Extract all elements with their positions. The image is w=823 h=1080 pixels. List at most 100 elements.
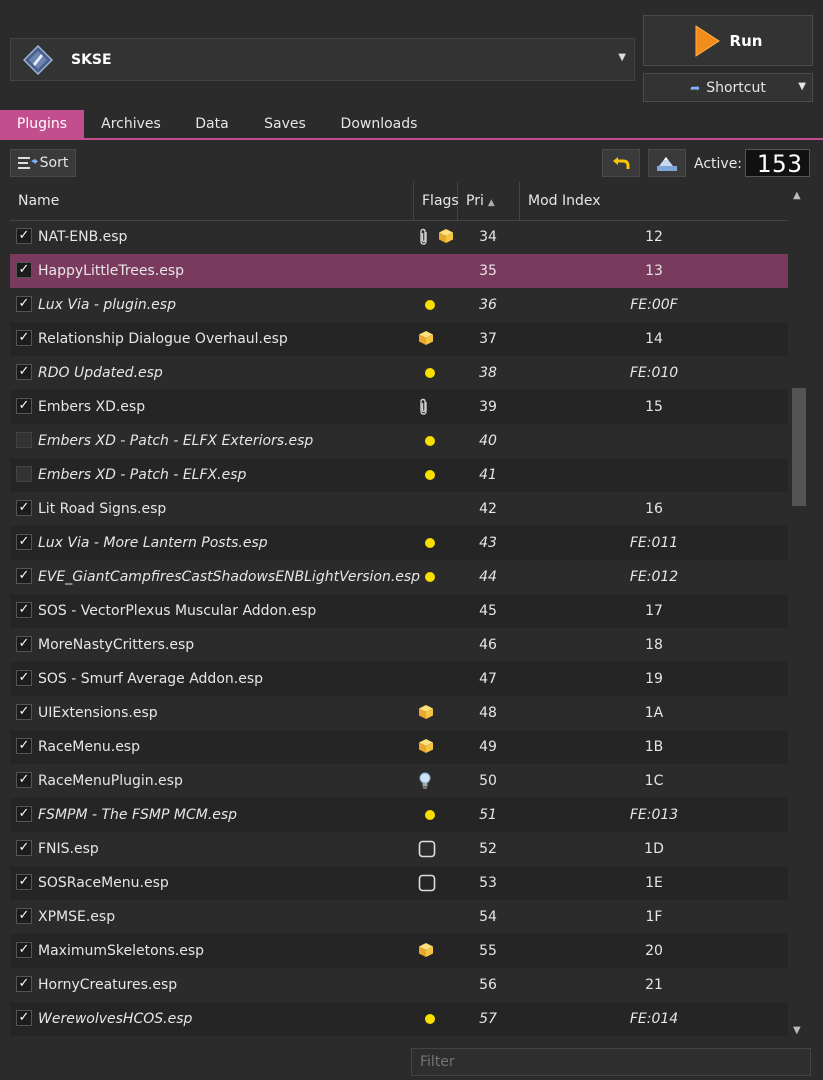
plugin-enable-checkbox[interactable]: ✓	[16, 772, 32, 788]
table-row[interactable]: ✓ HornyCreatures.esp 56 21	[10, 968, 788, 1002]
chevron-down-icon[interactable]: ▼	[798, 81, 806, 92]
chevron-down-icon: ▼	[618, 52, 626, 63]
plugin-enable-checkbox[interactable]: ✓	[16, 262, 32, 278]
plugin-mod-index: 15	[645, 399, 663, 415]
table-row[interactable]: ✓ Lux Via - plugin.esp 36 FE:00F	[10, 288, 788, 322]
plugin-priority: 56	[479, 977, 497, 993]
plugin-flags	[415, 322, 459, 356]
plugin-mod-index: FE:013	[629, 807, 679, 823]
plugin-enable-checkbox[interactable]: ✓	[16, 602, 32, 618]
table-row[interactable]: ✓ SOS - Smurf Average Addon.esp 47 19	[10, 662, 788, 696]
plugin-enable-checkbox[interactable]: ✓	[16, 840, 32, 856]
table-row[interactable]: ✓ UIExtensions.esp 48 1A	[10, 696, 788, 730]
plugin-mod-index: 13	[645, 263, 663, 279]
plugin-priority: 46	[479, 637, 497, 653]
plugin-enable-checkbox[interactable]: ✓	[16, 296, 32, 312]
plugin-name: XPMSE.esp	[38, 909, 116, 925]
plugin-enable-checkbox[interactable]: ✓	[16, 806, 32, 822]
table-row[interactable]: ✓ RDO Updated.esp 38 FE:010	[10, 356, 788, 390]
boss-button[interactable]	[648, 149, 686, 177]
plugin-priority: 34	[479, 229, 497, 245]
column-header-name[interactable]: Name	[10, 182, 414, 220]
table-row[interactable]: ✓ Embers XD.esp 39 15	[10, 390, 788, 424]
plugin-enable-checkbox[interactable]: ✓	[16, 704, 32, 720]
table-row[interactable]: ✓ MoreNastyCritters.esp 46 18	[10, 628, 788, 662]
tab-data[interactable]: Data	[182, 110, 242, 138]
plugin-enable-checkbox[interactable]: ✓	[16, 500, 32, 516]
vertical-scrollbar[interactable]: ▲ ▼	[790, 182, 808, 1042]
plugin-enable-checkbox[interactable]	[16, 432, 32, 448]
table-row[interactable]: ✓ Relationship Dialogue Overhaul.esp 37 14	[10, 322, 788, 356]
table-row[interactable]: ✓ RaceMenu.esp 49 1B	[10, 730, 788, 764]
tab-downloads[interactable]: Downloads	[330, 110, 428, 138]
plugin-enable-checkbox[interactable]: ✓	[16, 568, 32, 584]
table-row[interactable]: ✓ HappyLittleTrees.esp 35 13	[10, 254, 788, 288]
table-row[interactable]: ✓ SOS - VectorPlexus Muscular Addon.esp 45…	[10, 594, 788, 628]
tab-plugins[interactable]: Plugins	[0, 110, 84, 138]
column-header-priority[interactable]: Pri ▲	[458, 182, 520, 220]
plugin-enable-checkbox[interactable]: ✓	[16, 228, 32, 244]
plugin-enable-checkbox[interactable]: ✓	[16, 534, 32, 550]
plugin-mod-index: 12	[645, 229, 663, 245]
plugin-enable-checkbox[interactable]: ✓	[16, 670, 32, 686]
table-row[interactable]: ✓ MaximumSkeletons.esp 55 20	[10, 934, 788, 968]
tab-saves[interactable]: Saves	[252, 110, 318, 138]
table-row[interactable]: ✓ XPMSE.esp 54 1F	[10, 900, 788, 934]
table-row[interactable]: ✓ RaceMenuPlugin.esp 50 1C	[10, 764, 788, 798]
table-row[interactable]: ✓ FSMPM - The FSMP MCM.esp 51 FE:013	[10, 798, 788, 832]
table-row[interactable]: ✓ Lux Via - More Lantern Posts.esp 43 FE:01…	[10, 526, 788, 560]
scroll-down-icon[interactable]: ▼	[793, 1025, 801, 1036]
plugin-enable-checkbox[interactable]: ✓	[16, 364, 32, 380]
plugin-name: SOSRaceMenu.esp	[38, 875, 169, 891]
light-plugin-dot-icon	[425, 300, 435, 310]
table-row[interactable]: ✓ EVE_GiantCampfiresCastShadowsENBLightVe…	[10, 560, 788, 594]
plugin-enable-checkbox[interactable]	[16, 466, 32, 482]
table-row[interactable]: Embers XD - Patch - ELFX Exteriors.esp 40	[10, 424, 788, 458]
scroll-thumb[interactable]	[792, 388, 806, 506]
plugin-enable-checkbox[interactable]: ✓	[16, 636, 32, 652]
column-name-label: Name	[18, 193, 60, 209]
plugin-mod-index	[520, 424, 788, 458]
run-button[interactable]: Run	[643, 15, 813, 66]
table-row[interactable]: ✓ NAT-ENB.esp 34 12	[10, 220, 788, 254]
table-row[interactable]: ✓ FNIS.esp 52 1D	[10, 832, 788, 866]
play-icon	[695, 24, 720, 57]
column-header-flags[interactable]: Flags	[414, 182, 459, 220]
table-row[interactable]: ✓ Lit Road Signs.esp 42 16	[10, 492, 788, 526]
plugin-priority: 40	[479, 433, 497, 449]
plugin-priority: 51	[479, 807, 497, 823]
plugin-name: UIExtensions.esp	[38, 705, 158, 721]
plugin-mod-index: 21	[645, 977, 663, 993]
plugin-enable-checkbox[interactable]: ✓	[16, 398, 32, 414]
sort-button[interactable]: Sort	[10, 149, 76, 177]
plugin-enable-checkbox[interactable]: ✓	[16, 976, 32, 992]
table-row[interactable]: ✓ WerewolvesHCOS.esp 57 FE:014	[10, 1002, 788, 1036]
executable-select[interactable]: SKSE ▼	[10, 38, 635, 81]
plugin-mod-index: 20	[645, 943, 663, 959]
column-header-mod-index[interactable]: Mod Index	[520, 182, 788, 220]
filter-input[interactable]	[411, 1048, 811, 1076]
restore-backup-button[interactable]	[602, 149, 640, 177]
mountain-icon	[657, 157, 677, 171]
table-row[interactable]: ✓ SOSRaceMenu.esp 53 1E	[10, 866, 788, 900]
plugin-enable-checkbox[interactable]: ✓	[16, 738, 32, 754]
plugin-flags	[415, 560, 459, 594]
plugin-enable-checkbox[interactable]: ✓	[16, 874, 32, 890]
plugin-mod-index: 1A	[644, 705, 664, 721]
plugin-enable-checkbox[interactable]: ✓	[16, 330, 32, 346]
plugin-mod-index: 16	[645, 501, 663, 517]
plugin-mod-index: 1C	[644, 773, 664, 789]
plugin-enable-checkbox[interactable]: ✓	[16, 908, 32, 924]
plugin-name: Embers XD - Patch - ELFX.esp	[38, 467, 247, 483]
plugin-mod-index: 1F	[645, 909, 663, 925]
shortcut-button[interactable]: ➦ Shortcut ▼	[643, 73, 813, 102]
plugin-name: Lit Road Signs.esp	[38, 501, 167, 517]
plugin-flags	[415, 220, 459, 254]
scroll-up-icon[interactable]: ▲	[793, 190, 801, 201]
plugin-priority: 49	[479, 739, 497, 755]
tab-archives[interactable]: Archives	[90, 110, 172, 138]
plugin-enable-checkbox[interactable]: ✓	[16, 1010, 32, 1026]
light-plugin-dot-icon	[425, 538, 435, 548]
plugin-enable-checkbox[interactable]: ✓	[16, 942, 32, 958]
table-row[interactable]: Embers XD - Patch - ELFX.esp 41	[10, 458, 788, 492]
